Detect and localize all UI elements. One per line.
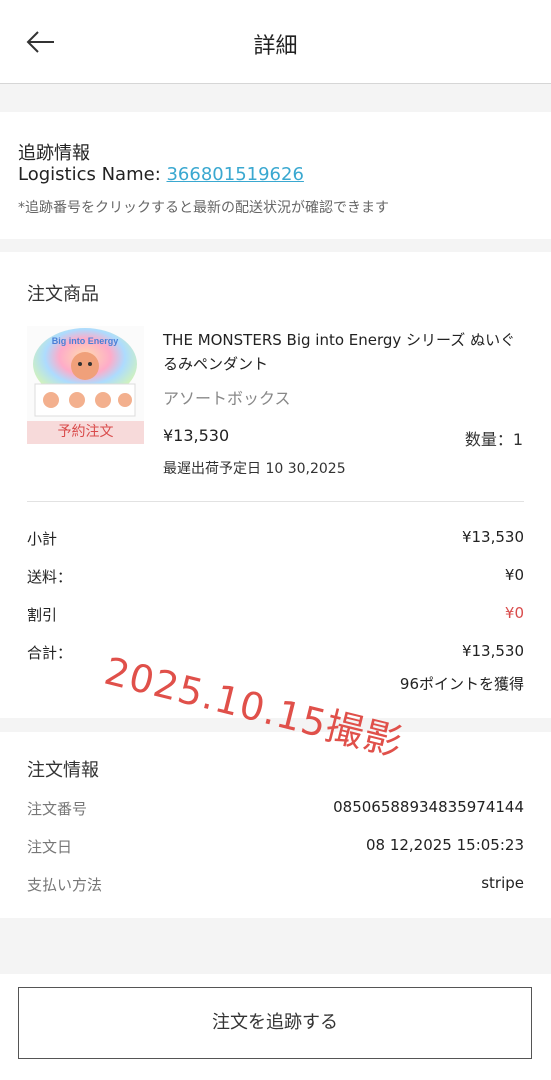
bottom-bar: 注文を追跡する <box>0 974 551 1080</box>
discount-label: 割引 <box>27 606 58 624</box>
discount-row: 割引 ¥0 <box>27 604 524 628</box>
payment-method-row: 支払い方法 stripe <box>27 874 524 898</box>
preorder-badge: 予約注文 <box>27 421 144 444</box>
shipping-label: 送料： <box>27 568 73 586</box>
order-info-title: 注文情報 <box>27 760 99 781</box>
shipping-row: 送料： ¥0 <box>27 566 524 590</box>
order-number-row: 注文番号 08506588934835974144 <box>27 798 524 822</box>
svg-text:Big into Energy: Big into Energy <box>52 336 119 346</box>
subtotal-value: ¥13,530 <box>461 528 524 546</box>
total-label: 合計： <box>27 644 73 662</box>
tracking-section: 追跡情報 Logistics Name: 366801519626 *追跡番号を… <box>0 112 551 239</box>
product-quantity: 数量：1 <box>464 430 523 449</box>
total-row: 合計： ¥13,530 <box>27 642 524 666</box>
product-image[interactable]: Big into Energy 予約注文 <box>27 326 144 444</box>
divider <box>27 501 524 502</box>
page-title: 詳細 <box>253 34 298 59</box>
product-variant: アソートボックス <box>163 389 291 408</box>
order-number-value: 08506588934835974144 <box>333 798 524 816</box>
product-illustration: Big into Energy <box>27 326 144 421</box>
shipping-value: ¥0 <box>504 566 524 584</box>
discount-value: ¥0 <box>504 604 524 622</box>
order-items-title: 注文商品 <box>27 284 99 305</box>
tracking-number-link[interactable]: 366801519626 <box>166 164 303 185</box>
order-number-label: 注文番号 <box>27 800 88 818</box>
points-earned: 96ポイントを獲得 <box>399 675 524 693</box>
logistics-label: Logistics Name: <box>18 164 167 185</box>
app-header: 詳細 <box>0 0 551 84</box>
order-items-section: 注文商品 Big into Energy 予約注文 THE MONSTERS B… <box>0 252 551 718</box>
order-detail-page: 詳細 追跡情報 Logistics Name: 366801519626 *追跡… <box>0 0 551 1080</box>
ship-date: 最遅出荷予定日 10 30,2025 <box>163 461 346 477</box>
tracking-note: *追跡番号をクリックすると最新の配送状況が確認できます <box>18 200 389 216</box>
payment-method-label: 支払い方法 <box>27 876 103 894</box>
tracking-title: 追跡情報 <box>18 143 90 164</box>
order-date-row: 注文日 08 12,2025 15:05:23 <box>27 836 524 860</box>
logistics-line: Logistics Name: 366801519626 <box>18 164 304 185</box>
product-price: ¥13,530 <box>163 426 230 445</box>
order-info-section: 注文情報 注文番号 08506588934835974144 注文日 08 12… <box>0 732 551 918</box>
order-date-value: 08 12,2025 15:05:23 <box>365 836 524 854</box>
product-name[interactable]: THE MONSTERS Big into Energy シリーズ ぬいぐるみペ… <box>163 328 523 376</box>
order-date-label: 注文日 <box>27 838 73 856</box>
subtotal-label: 小計 <box>27 530 58 548</box>
subtotal-row: 小計 ¥13,530 <box>27 528 524 552</box>
track-order-button[interactable]: 注文を追跡する <box>18 987 532 1059</box>
payment-method-value: stripe <box>481 874 524 892</box>
total-value: ¥13,530 <box>461 642 524 660</box>
